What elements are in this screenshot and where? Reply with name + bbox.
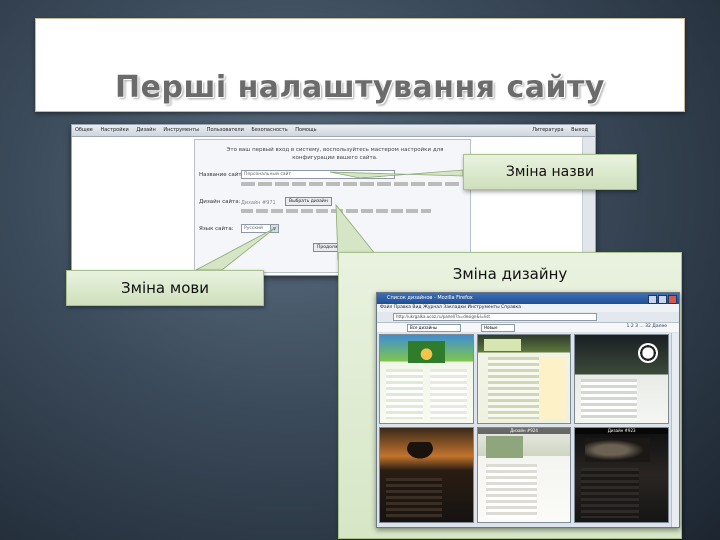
design-thumbnail[interactable] [476,334,572,424]
design-thumbnail[interactable] [379,334,474,424]
design-thumbnail[interactable]: Дизайн #923 [574,427,669,523]
window-controls [648,295,677,304]
callout-change-design-text: Зміна дизайну [452,265,568,283]
design-list-screenshot: Список дизайнов - Mozilla Firefox Файл П… [376,292,680,528]
design-filter-bar: Все дизайны Новые 1 2 3 ... 32 Далее [377,323,679,332]
browser-window-title: Список дизайнов - Mozilla Firefox [387,295,473,301]
minimize-icon[interactable] [648,295,657,304]
design-thumbnail[interactable]: Дизайн #924 [476,427,572,523]
design-thumbnail-grid: Дизайн #924 Дизайн #923 [379,334,669,524]
browser-menubar[interactable]: Файл Правка Вид Журнал Закладки Инструме… [377,304,679,312]
browser-navbar: http://ukrgalka.ucoz.ru/panel/?a=design&… [377,312,679,323]
pagination[interactable]: 1 2 3 ... 32 Далее [627,324,667,329]
design-thumbnail[interactable] [574,334,669,424]
filter-select[interactable]: Все дизайны [407,324,461,332]
name-callout-pointer [329,169,464,179]
soccer-ball-icon [637,343,658,363]
design-thumbnail[interactable] [379,427,474,523]
tree-silhouette-icon [400,442,440,464]
callout-change-name: Зміна назви [463,154,637,190]
thumbnail-caption: Дизайн #924 [477,428,571,434]
thumbnail-caption: Дизайн #923 [575,428,668,434]
browser-titlebar: Список дизайнов - Mozilla Firefox [377,293,679,304]
maximize-icon[interactable] [658,295,667,304]
callout-change-language: Зміна мови [66,270,264,306]
sort-select[interactable]: Новые [481,324,515,332]
vertical-scrollbar[interactable] [671,333,679,527]
address-bar[interactable]: http://ukrgalka.ucoz.ru/panel/?a=design&… [393,313,597,321]
language-callout-pointer [195,227,276,271]
callout-change-language-text: Зміна мови [121,279,209,297]
close-icon[interactable] [668,295,677,304]
callout-change-name-text: Зміна назви [505,164,595,180]
